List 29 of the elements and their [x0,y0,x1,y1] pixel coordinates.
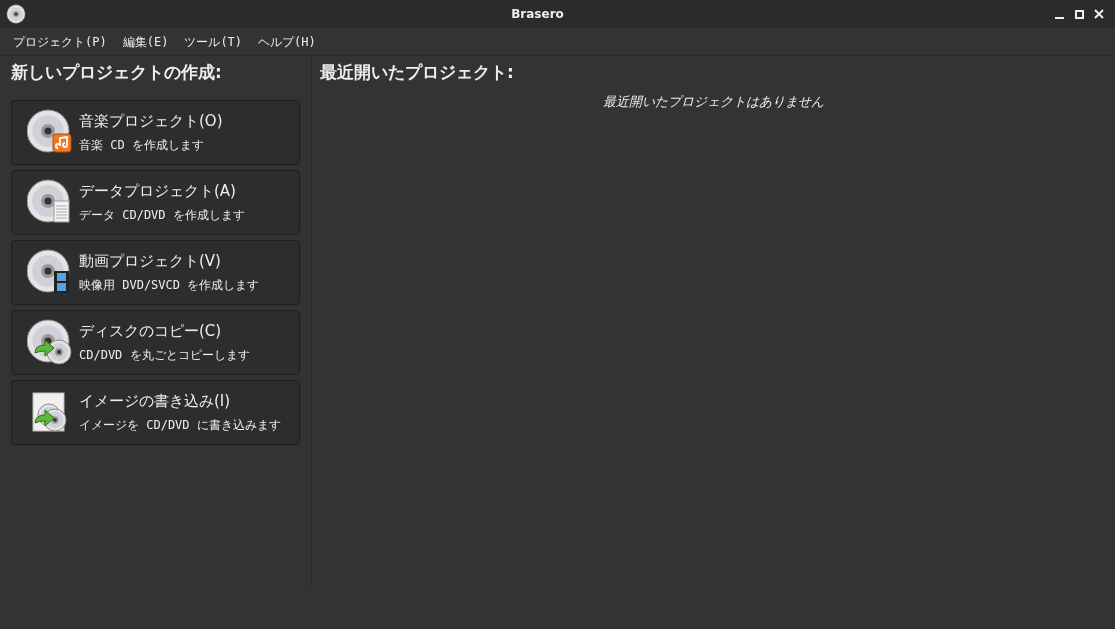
empty-message: 最近開いたプロジェクトはありません [602,92,825,111]
project-description: 映像用 DVD/SVCD を作成します [79,277,260,295]
menu-item[interactable]: 編集(E) [115,32,176,51]
project-title: イメージの書き込み(I) [79,390,232,412]
project-button[interactable]: イメージの書き込み(I) イメージを CD/DVD に書き込みます [11,379,300,445]
disc-music-icon [27,109,73,155]
project-title: 音楽プロジェクト(O) [79,110,223,132]
disc-icon [6,4,26,24]
section-heading: 最近開いたプロジェクト: [320,61,515,84]
section-heading: 新しいプロジェクトの作成: [11,61,223,84]
project-description: CD/DVD を丸ごとコピーします [79,347,250,365]
menu-item[interactable]: プロジェクト(P) [6,32,114,51]
menu-item[interactable]: ヘルプ(H) [251,32,323,51]
close-icon [1094,9,1104,19]
project-description: 音楽 CD を作成します [79,137,205,155]
project-description: イメージを CD/DVD に書き込みます [79,417,281,435]
project-button[interactable]: 動画プロジェクト(V) 映像用 DVD/SVCD を作成します [11,239,300,305]
project-button[interactable]: データプロジェクト(A) データ CD/DVD を作成します [11,169,300,235]
window-title: Brasero [510,6,565,23]
project-button[interactable]: ディスクのコピー(C) CD/DVD を丸ごとコピーします [11,309,300,375]
menu-item[interactable]: ツール(T) [177,32,250,51]
disc-copy-icon [27,319,73,365]
project-button[interactable]: 音楽プロジェクト(O) 音楽 CD を作成します [11,99,300,165]
disc-document-icon [27,179,73,225]
project-title: ディスクのコピー(C) [79,320,223,342]
project-title: 動画プロジェクト(V) [79,250,222,272]
disc-film-icon [27,249,73,295]
project-description: データ CD/DVD を作成します [79,207,245,225]
project-title: データプロジェクト(A) [79,180,237,202]
